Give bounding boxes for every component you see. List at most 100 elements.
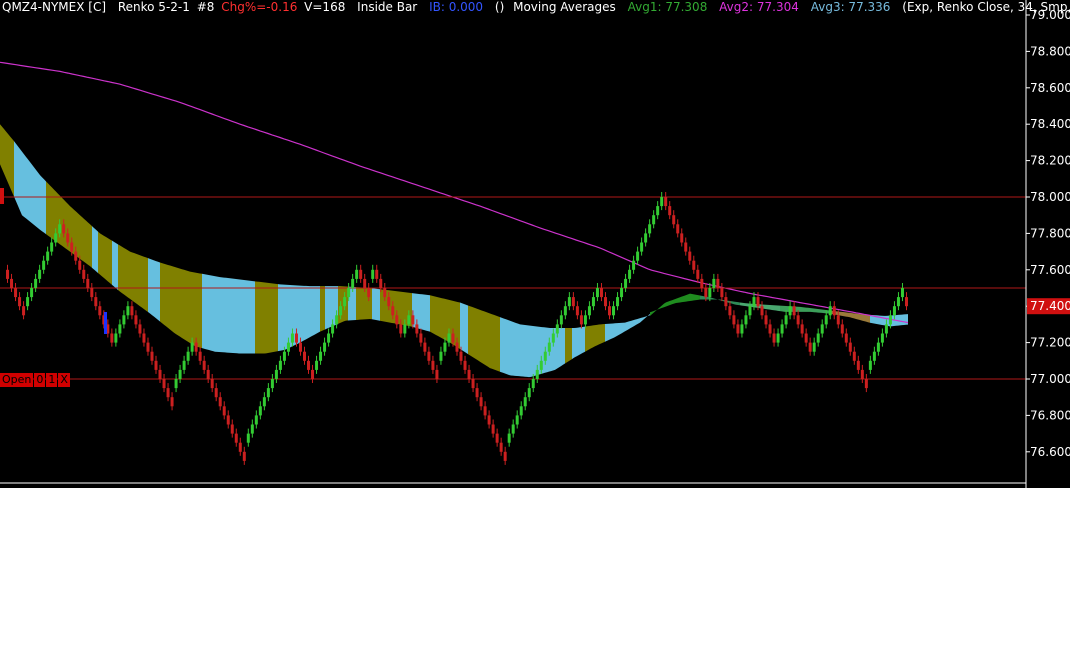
down-brick bbox=[222, 406, 226, 416]
down-brick bbox=[206, 369, 210, 379]
down-brick bbox=[603, 297, 607, 307]
up-brick bbox=[660, 197, 664, 207]
renko-chart-panel[interactable]: 79.000 78.800 78.600 78.400 78.200 78.000 77.8… bbox=[0, 0, 1070, 488]
ribbon-band-9 bbox=[202, 273, 255, 354]
ribbon-tail-4 bbox=[830, 310, 870, 323]
up-brick bbox=[656, 206, 660, 216]
avg2-value: Avg2: 77.304 bbox=[719, 0, 799, 14]
up-brick bbox=[118, 324, 122, 334]
up-brick bbox=[174, 379, 178, 389]
down-brick bbox=[732, 315, 736, 325]
up-brick bbox=[816, 333, 820, 343]
ribbon-band-7 bbox=[148, 258, 160, 322]
down-brick bbox=[904, 297, 908, 307]
down-brick bbox=[230, 424, 234, 434]
up-brick bbox=[190, 342, 194, 352]
down-brick bbox=[399, 324, 403, 334]
down-brick bbox=[82, 269, 86, 279]
up-brick bbox=[872, 351, 876, 361]
down-brick bbox=[599, 288, 603, 298]
up-brick bbox=[447, 333, 451, 343]
up-brick bbox=[708, 288, 712, 298]
down-brick bbox=[311, 369, 315, 379]
down-brick bbox=[391, 306, 395, 316]
up-brick bbox=[42, 260, 46, 270]
down-brick bbox=[130, 306, 134, 316]
up-brick bbox=[868, 360, 872, 370]
down-brick bbox=[294, 333, 298, 343]
down-brick bbox=[848, 342, 852, 352]
up-brick bbox=[343, 297, 347, 307]
up-brick bbox=[547, 342, 551, 352]
down-brick bbox=[379, 278, 383, 288]
open-step-button[interactable]: 1 bbox=[46, 373, 58, 387]
up-brick bbox=[616, 297, 620, 307]
down-brick bbox=[808, 342, 812, 352]
down-brick bbox=[419, 333, 423, 343]
ribbon-band-10 bbox=[255, 281, 278, 354]
price-chart-canvas[interactable]: 79.00078.80078.60078.40078.20078.00077.8… bbox=[0, 0, 1070, 488]
y-tick-label: 78.000 bbox=[1030, 190, 1070, 204]
ribbon-band-2 bbox=[46, 181, 92, 268]
up-brick bbox=[812, 342, 816, 352]
down-brick bbox=[479, 397, 483, 407]
down-brick bbox=[359, 269, 363, 279]
ribbon-band-6 bbox=[118, 244, 148, 313]
open-qty-button[interactable]: 0 bbox=[34, 373, 46, 387]
down-brick bbox=[575, 306, 579, 316]
y-tick-label: 77.600 bbox=[1030, 263, 1070, 277]
ribbon-band-24 bbox=[565, 328, 572, 364]
up-brick bbox=[178, 369, 182, 379]
y-tick-label: 78.800 bbox=[1030, 44, 1070, 58]
up-brick bbox=[186, 351, 190, 361]
up-brick bbox=[820, 324, 824, 334]
symbol-label: QMZ4-NYMEX [C] bbox=[2, 0, 107, 14]
up-brick bbox=[371, 269, 375, 279]
down-brick bbox=[852, 351, 856, 361]
ribbon-band-8 bbox=[160, 262, 202, 349]
ribbon-band-11 bbox=[278, 284, 320, 352]
down-brick bbox=[14, 288, 18, 298]
y-tick-label: 78.400 bbox=[1030, 117, 1070, 131]
up-brick bbox=[286, 342, 290, 352]
down-brick bbox=[832, 306, 836, 316]
down-brick bbox=[214, 388, 218, 398]
up-brick bbox=[712, 278, 716, 288]
down-brick bbox=[383, 288, 387, 298]
up-brick bbox=[740, 324, 744, 334]
y-tick-label: 78.200 bbox=[1030, 154, 1070, 168]
up-brick bbox=[50, 242, 54, 252]
up-brick bbox=[315, 360, 319, 370]
up-brick bbox=[355, 269, 359, 279]
down-brick bbox=[162, 379, 166, 389]
ribbon-band-25 bbox=[572, 326, 585, 360]
down-brick bbox=[736, 324, 740, 334]
ribbon-band-14 bbox=[338, 286, 348, 324]
study-params: (Exp, Renko Close, 34, Smp, Re bbox=[902, 0, 1070, 14]
ribbon-band-1 bbox=[14, 141, 46, 235]
last-price-label: 77.400 bbox=[1030, 299, 1070, 313]
y-tick-label: 76.600 bbox=[1030, 445, 1070, 459]
down-brick bbox=[672, 215, 676, 225]
up-brick bbox=[266, 388, 270, 398]
chart-header: QMZ4-NYMEX [C] Renko 5-2-1 #8 Chg%=-0.16… bbox=[2, 0, 1070, 14]
down-brick bbox=[700, 278, 704, 288]
ribbon-band-4 bbox=[98, 231, 112, 285]
down-brick bbox=[680, 233, 684, 243]
up-brick bbox=[246, 433, 250, 443]
down-brick bbox=[138, 324, 142, 334]
up-brick bbox=[270, 379, 274, 389]
down-brick bbox=[395, 315, 399, 325]
down-brick bbox=[459, 351, 463, 361]
up-brick bbox=[624, 278, 628, 288]
up-brick bbox=[519, 406, 523, 416]
up-brick bbox=[752, 297, 756, 307]
close-position-button[interactable]: X bbox=[58, 373, 70, 387]
up-brick bbox=[900, 288, 904, 298]
down-brick bbox=[836, 315, 840, 325]
up-brick bbox=[884, 324, 888, 334]
down-brick bbox=[796, 315, 800, 325]
ribbon-band-19 bbox=[412, 293, 430, 332]
up-brick bbox=[182, 360, 186, 370]
up-brick bbox=[126, 306, 130, 316]
